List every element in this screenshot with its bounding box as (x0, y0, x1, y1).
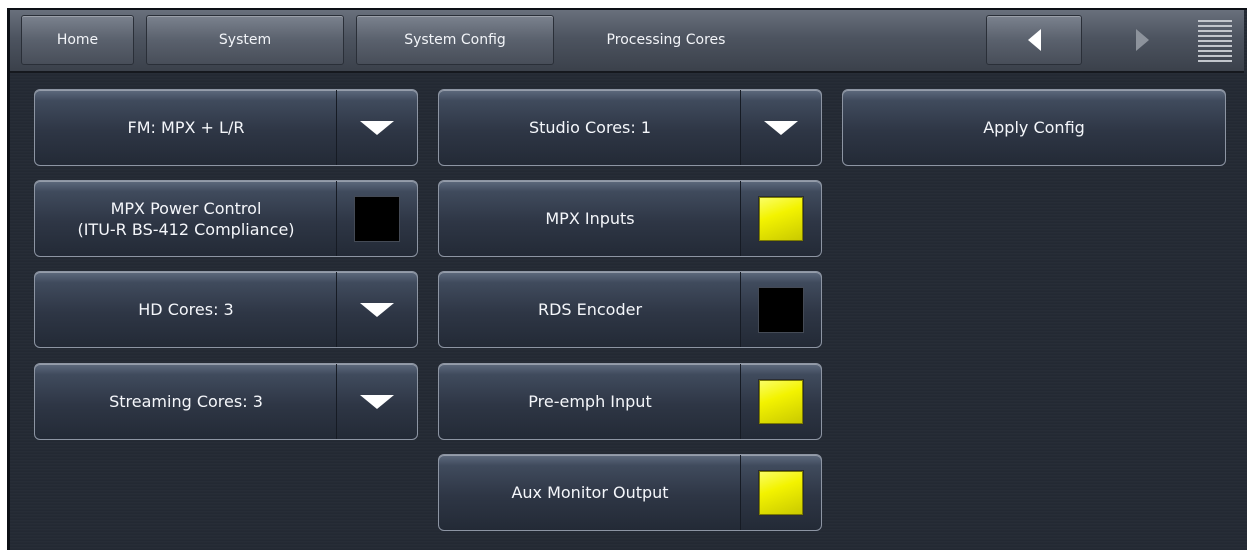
triangle-left-icon (1027, 29, 1041, 51)
mpx-power-control-label-line2: (ITU-R BS-412 Compliance) (77, 219, 295, 239)
fm-mode-label: FM: MPX + L/R (127, 118, 245, 137)
mpx-inputs-indicator-cell[interactable] (740, 181, 821, 256)
rds-encoder-toggle[interactable]: RDS Encoder (438, 271, 822, 348)
aux-monitor-output-indicator-cell[interactable] (740, 455, 821, 530)
fm-mode-dropdown[interactable]: FM: MPX + L/R (34, 89, 418, 166)
tab-processing-cores[interactable]: Processing Cores (566, 15, 766, 65)
streaming-cores-dropdown-toggle[interactable] (336, 364, 417, 439)
chevron-down-icon (360, 120, 394, 135)
mpx-inputs-toggle[interactable]: MPX Inputs (438, 180, 822, 257)
mpx-power-control-indicator-cell[interactable] (336, 181, 417, 256)
back-button[interactable] (986, 15, 1082, 65)
hd-cores-dropdown-toggle[interactable] (336, 272, 417, 347)
chevron-down-icon (360, 302, 394, 317)
mpx-inputs-label: MPX Inputs (545, 209, 635, 228)
hd-cores-label: HD Cores: 3 (138, 300, 234, 319)
aux-monitor-output-indicator (758, 469, 804, 516)
mpx-power-control-label-line1: MPX Power Control (110, 198, 262, 218)
apply-config-button[interactable]: Apply Config (842, 89, 1226, 166)
fm-mode-dropdown-toggle[interactable] (336, 90, 417, 165)
pre-emph-input-indicator (758, 378, 804, 425)
hd-cores-dropdown[interactable]: HD Cores: 3 (34, 271, 418, 348)
tab-system-config[interactable]: System Config (356, 15, 554, 65)
aux-monitor-output-label: Aux Monitor Output (511, 483, 669, 502)
pre-emph-input-indicator-cell[interactable] (740, 364, 821, 439)
mpx-power-control-toggle[interactable]: MPX Power Control (ITU-R BS-412 Complian… (34, 180, 418, 257)
mpx-power-control-indicator (354, 195, 400, 242)
top-nav-bar: Home System System Config Processing Cor… (10, 10, 1244, 73)
studio-cores-dropdown[interactable]: Studio Cores: 1 (438, 89, 822, 166)
streaming-cores-label: Streaming Cores: 3 (109, 392, 263, 411)
rds-encoder-indicator-cell[interactable] (740, 272, 821, 347)
chevron-down-icon (764, 120, 798, 135)
menu-icon[interactable] (1198, 20, 1232, 62)
tab-home[interactable]: Home (21, 15, 134, 65)
tab-system[interactable]: System (146, 15, 344, 65)
studio-cores-label: Studio Cores: 1 (528, 118, 652, 137)
pre-emph-input-label: Pre-emph Input (528, 392, 652, 411)
mpx-power-control-label: MPX Power Control (ITU-R BS-412 Complian… (35, 181, 337, 256)
triangle-right-icon (1135, 29, 1149, 51)
mpx-inputs-indicator (758, 195, 804, 242)
forward-button[interactable] (1094, 15, 1190, 65)
apply-config-label: Apply Config (983, 118, 1085, 137)
studio-cores-dropdown-toggle[interactable] (740, 90, 821, 165)
streaming-cores-dropdown[interactable]: Streaming Cores: 3 (34, 363, 418, 440)
rds-encoder-indicator (758, 286, 804, 333)
aux-monitor-output-toggle[interactable]: Aux Monitor Output (438, 454, 822, 531)
rds-encoder-label: RDS Encoder (537, 300, 643, 319)
chevron-down-icon (360, 394, 394, 409)
pre-emph-input-toggle[interactable]: Pre-emph Input (438, 363, 822, 440)
